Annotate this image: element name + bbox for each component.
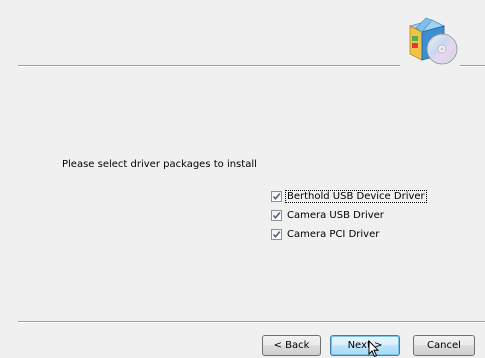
cancel-button[interactable]: Cancel — [413, 335, 475, 356]
checkmark-icon — [272, 231, 281, 239]
checkmark-icon — [272, 193, 281, 201]
checkmark-icon — [272, 212, 281, 220]
driver-label: Berthold USB Device Driver — [285, 190, 427, 203]
driver-label: Camera USB Driver — [287, 210, 384, 221]
driver-option-camera-pci[interactable]: Camera PCI Driver — [271, 225, 426, 244]
checkbox-camera-usb[interactable] — [271, 210, 282, 221]
mouse-pointer-icon — [368, 340, 380, 358]
header-divider-right — [460, 65, 485, 67]
back-button[interactable]: < Back — [262, 335, 321, 356]
driver-package-list: Berthold USB Device Driver Camera USB Dr… — [271, 187, 427, 244]
installer-dialog: Please select driver packages to install… — [0, 0, 485, 358]
checkbox-berthold-usb[interactable] — [271, 191, 282, 202]
prompt-text: Please select driver packages to install — [62, 159, 257, 170]
header-divider — [18, 65, 400, 67]
wizard-header — [0, 0, 485, 67]
driver-option-berthold-usb[interactable]: Berthold USB Device Driver — [271, 187, 427, 206]
next-button[interactable]: Next > — [330, 335, 400, 356]
checkbox-camera-pci[interactable] — [271, 229, 282, 240]
installer-box-cd-icon — [408, 17, 458, 65]
driver-label: Camera PCI Driver — [287, 229, 380, 240]
driver-option-camera-usb[interactable]: Camera USB Driver — [271, 206, 426, 225]
footer-divider — [18, 321, 485, 323]
